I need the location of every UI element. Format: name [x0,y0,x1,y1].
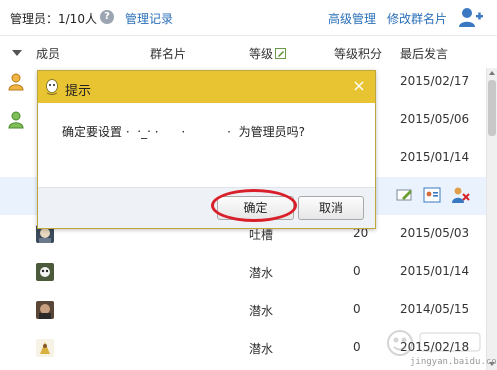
member-avatar [36,301,54,319]
member-avatar [36,339,54,357]
question-circle-icon[interactable]: ? [100,10,114,24]
column-group-card[interactable]: 群名片 [150,45,186,62]
last-speak-date: 2015/05/06 [400,112,470,126]
top-toolbar: 管理员：1/10人 ? 管理记录 高级管理 修改群名片 [0,0,497,36]
last-speak-date: 2015/01/14 [400,264,470,278]
admin-count-label: 管理员：1/10人 [10,12,97,26]
advanced-manage-link[interactable]: 高级管理 [328,10,376,27]
scroll-thumb[interactable] [488,80,496,136]
dialog-footer: 确定 取消 [38,187,375,228]
member-level: 潜水 [249,342,274,356]
dialog-message: 确定要设置 · ‧_‧ · · · 为管理员吗? [62,125,305,139]
remove-member-icon[interactable] [450,186,470,204]
member-avatar [36,263,54,281]
add-user-icon[interactable] [458,6,484,28]
table-row[interactable]: 潜水 0 2015/01/14 [0,253,486,291]
confirm-dialog: 提示 × 确定要设置 · ‧_‧ · · · 为管理员吗? 确定 取消 [37,70,376,229]
member-level: 潜水 [249,266,274,280]
column-level-label: 等级 [249,47,274,61]
last-speak-date: 2015/01/14 [400,150,470,164]
qq-penguin-icon [46,79,58,95]
member-profile-icon[interactable] [422,186,442,204]
column-last-speak[interactable]: 最后发言 [400,45,448,62]
last-speak-date: 2015/05/03 [400,226,470,240]
edit-group-card-link[interactable]: 修改群名片 [387,10,447,27]
admin-person-icon [8,73,24,91]
pencil-edit-icon[interactable] [275,48,287,59]
column-level[interactable]: 等级 [249,45,287,62]
watermark-text: jingyan.baidu.com [410,357,497,367]
admin-person-icon [8,111,24,129]
confirm-button[interactable]: 确定 [217,196,294,220]
edit-card-icon[interactable] [395,186,415,204]
manage-log-link[interactable]: 管理记录 [125,10,173,27]
scroll-up-arrow-icon[interactable] [489,71,495,75]
last-speak-date: 2015/02/17 [400,74,470,88]
cancel-button[interactable]: 取消 [298,196,364,220]
member-level: 潜水 [249,304,274,318]
sort-down-arrow-icon[interactable] [12,50,22,56]
last-speak-date: 2014/05/15 [400,302,470,316]
dialog-title: 提示 [65,84,92,99]
level-score: 0 [353,264,361,278]
column-member[interactable]: 成员 [36,45,60,62]
level-score: 0 [353,302,361,316]
close-icon[interactable]: × [351,78,367,94]
dialog-header[interactable]: 提示 × [38,71,375,103]
column-level-score[interactable]: 等级积分 [334,45,382,62]
level-score: 0 [353,340,361,354]
table-row[interactable]: 潜水 0 2014/05/15 [0,291,486,329]
